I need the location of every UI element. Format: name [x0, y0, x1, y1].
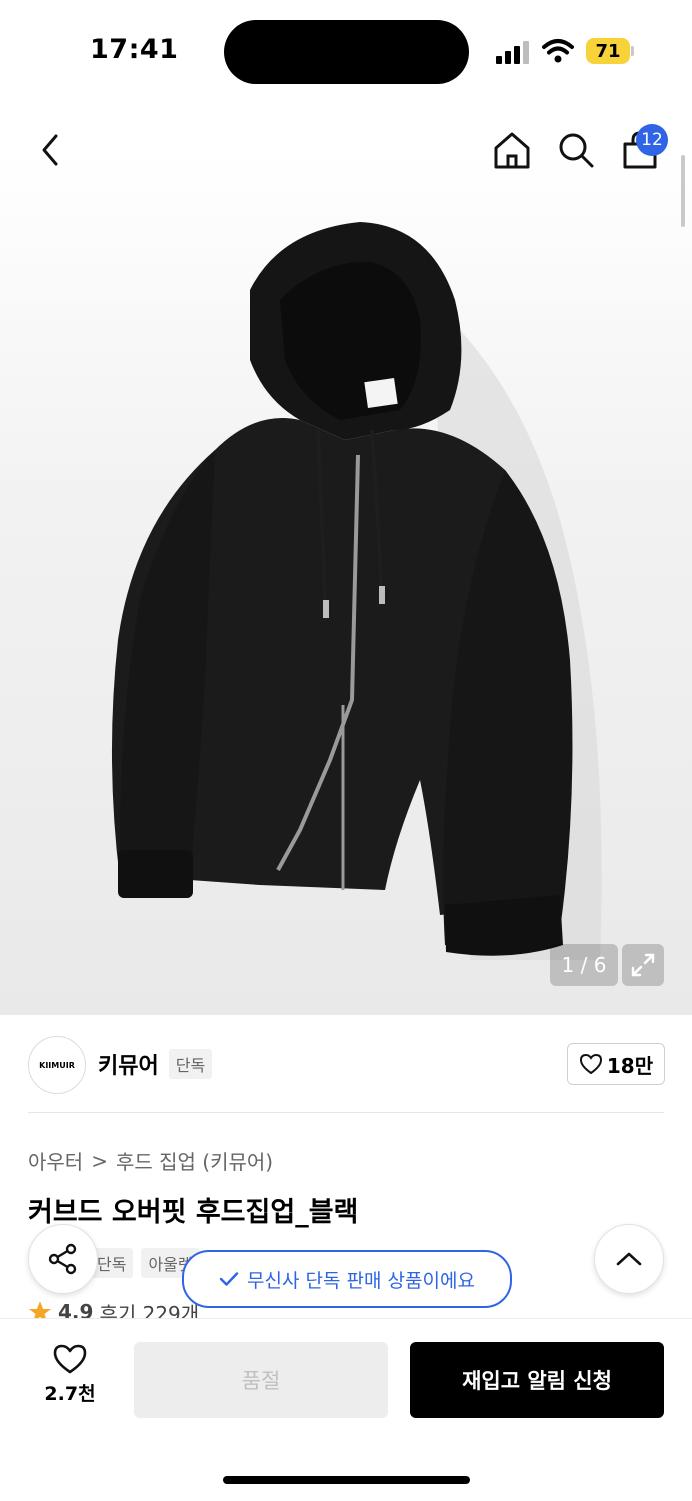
brand-like-count: 18만: [606, 1053, 654, 1078]
status-time: 17:41: [90, 34, 179, 65]
brand-like-button[interactable]: 18만: [567, 1043, 665, 1085]
scroll-indicator[interactable]: [681, 155, 685, 227]
battery-tip: [631, 46, 634, 56]
brand-name-row[interactable]: 키뮤어 단독: [98, 1048, 213, 1080]
heart-icon: [579, 1053, 602, 1075]
breadcrumb-separator: >: [91, 1148, 108, 1173]
wishlist-count: 2.7천: [44, 1383, 96, 1405]
home-icon[interactable]: [492, 130, 532, 170]
divider: [28, 1112, 664, 1113]
brand-logo[interactable]: KIIMUIR: [28, 1036, 86, 1094]
brand-logo-text: KIIMUIR: [39, 1060, 75, 1070]
toast-text: 무신사 단독 판매 상품이에요: [247, 1269, 475, 1292]
expand-icon: [631, 953, 655, 977]
share-button[interactable]: [28, 1224, 98, 1294]
product-title: 커브드 오버핏 후드집업_블랙: [28, 1197, 359, 1228]
search-icon[interactable]: [556, 130, 596, 170]
check-icon: [219, 1272, 239, 1286]
image-counter: 1 / 6: [550, 944, 618, 986]
wishlist-button[interactable]: 2.7천: [30, 1343, 110, 1413]
breadcrumb-category[interactable]: 아우터: [28, 1146, 83, 1175]
breadcrumb: 아우터 > 후드 집업 (키뮤어): [28, 1146, 273, 1175]
heart-outline-icon: [53, 1344, 87, 1374]
home-indicator[interactable]: [223, 1476, 470, 1484]
chevron-up-icon: [616, 1252, 642, 1266]
expand-button[interactable]: [622, 944, 664, 986]
share-icon: [48, 1243, 77, 1275]
battery-indicator: 71: [586, 38, 630, 64]
brand-name[interactable]: 키뮤어: [98, 1048, 159, 1080]
scroll-top-button[interactable]: [594, 1224, 664, 1294]
brand-tag: 단독: [168, 1049, 213, 1079]
soldout-button[interactable]: 품절: [134, 1342, 388, 1418]
breadcrumb-subcategory[interactable]: 후드 집업 (키뮤어): [116, 1146, 273, 1175]
signal-icon: [496, 41, 529, 64]
dynamic-island: [224, 20, 469, 84]
wifi-icon: [542, 39, 574, 63]
back-arrow-icon[interactable]: [36, 132, 66, 168]
exclusive-toast: 무신사 단독 판매 상품이에요: [182, 1250, 512, 1308]
restock-alert-button[interactable]: 재입고 알림 신청: [410, 1342, 664, 1418]
cart-badge: 12: [636, 124, 668, 156]
